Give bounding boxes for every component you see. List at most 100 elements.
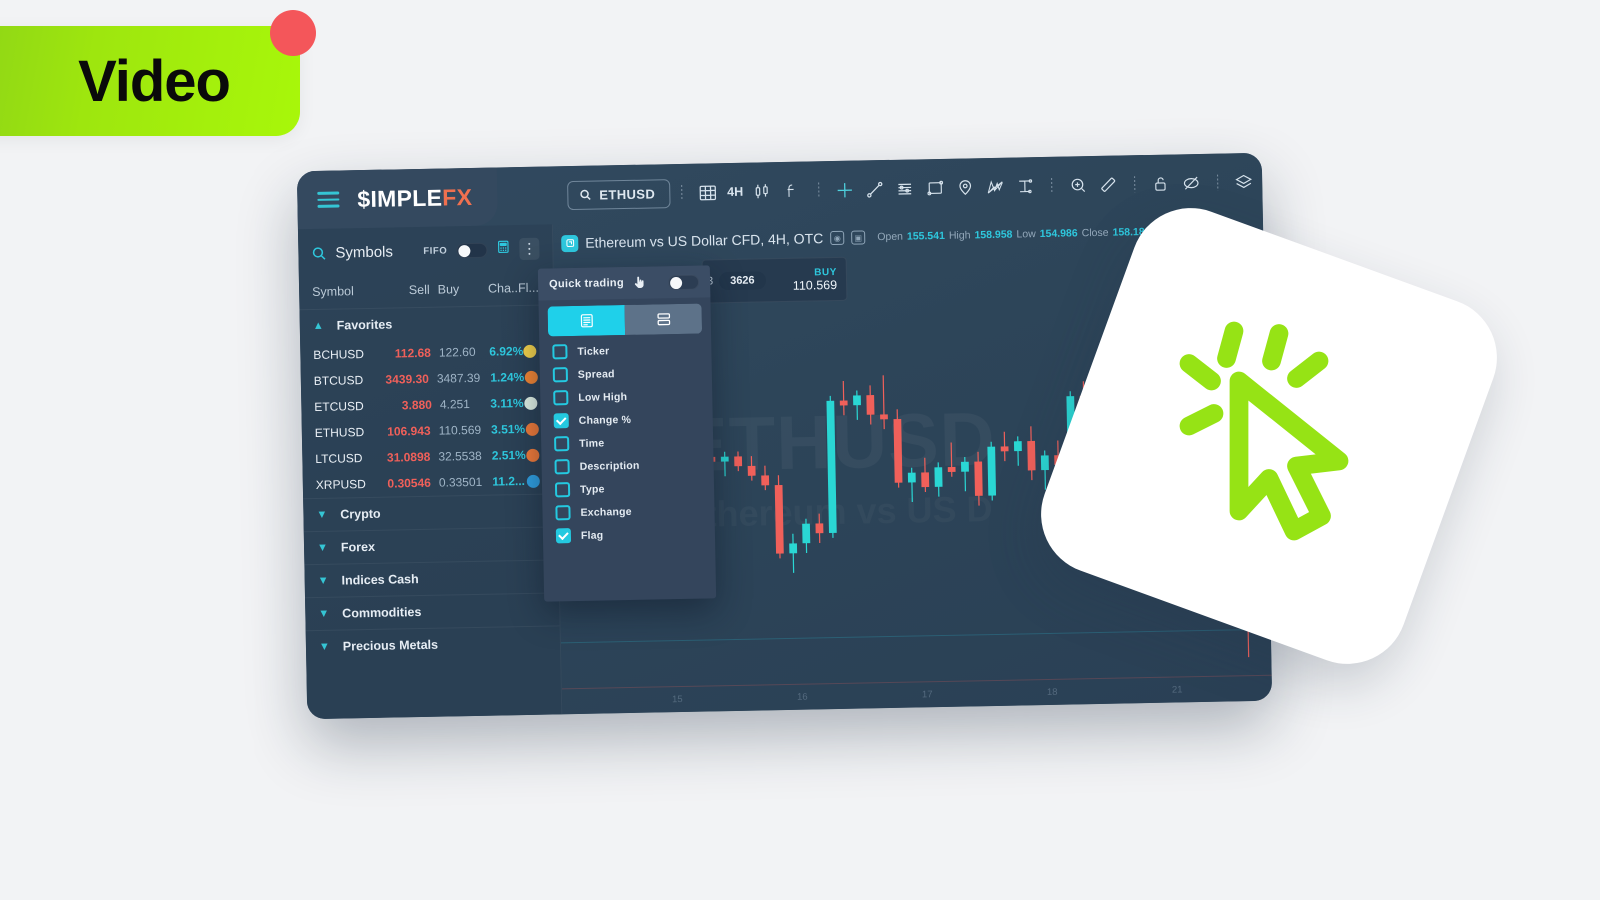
search-icon [580,189,591,200]
measure-ruler-icon[interactable] [1093,170,1124,199]
row-change: 3.51% [490,421,526,437]
fib-retracement-icon[interactable] [890,174,921,203]
ohlc-value: 154.986 [1039,227,1078,241]
fifo-label: FIFO [423,244,448,257]
grid-layout-icon[interactable] [693,178,724,207]
long-position-icon[interactable] [1010,172,1041,201]
unlock-icon[interactable] [1146,169,1177,198]
hide-eye-icon[interactable] [1176,169,1207,198]
row-symbol: ETHUSD [314,425,365,441]
row-symbol: XRPUSD [315,477,366,493]
row-sell: 3.880 [401,397,433,413]
symbol-search-button[interactable]: ETHUSD [567,178,671,210]
brand-logo[interactable]: $IMPLEFX [357,183,472,212]
x-axis-tick: 18 [1046,686,1058,699]
sidebar-group-commodities[interactable]: ▼ Commodities [305,592,560,631]
toolbar-divider [681,184,683,201]
calculator-icon[interactable] [496,239,510,259]
elliott-wave-icon[interactable] [980,173,1011,202]
chart-expand-icon[interactable]: ▣ [851,230,866,245]
option-description[interactable]: Description [541,452,713,478]
sidebar-group-precious-metals[interactable]: ▼ Precious Metals [305,625,561,664]
symbols-sidebar: Symbols FIFO Symbol Sell Buy Cha... Fl..… [297,224,563,720]
candlestick-icon[interactable] [747,177,778,206]
row-symbol: ETCUSD [314,399,364,415]
sidebar-group-label: Favorites [336,317,393,333]
chart-settings-icon[interactable]: ◉ [830,230,845,246]
ohlc-label: Open [877,230,904,244]
timeframe-button[interactable]: 4H [723,185,747,199]
column-header-change: Cha... [487,281,522,296]
option-flag[interactable]: Flag [543,521,715,547]
option-ticker[interactable]: Ticker [539,337,711,363]
rectangle-icon[interactable] [920,174,951,203]
list-view-icon[interactable] [547,305,626,337]
split-view-icon[interactable] [624,303,703,336]
checkbox[interactable] [552,367,569,383]
pin-marker-icon[interactable] [950,173,981,202]
option-type[interactable]: Type [542,475,714,501]
option-label: Change % [578,413,632,427]
quick-trading-toggle[interactable] [667,274,700,290]
checkbox[interactable] [555,528,572,544]
checkbox[interactable] [554,459,570,475]
chevron-down-icon: ▼ [316,508,328,521]
row-buy: 3487.39 [436,370,481,386]
option-spread[interactable]: Spread [540,360,712,386]
chevron-down-icon: ▼ [316,541,329,554]
trend-line-icon[interactable] [860,175,891,204]
sidebar-group-indices-cash[interactable]: ▼ Indices Cash [304,559,559,598]
zoom-in-icon[interactable] [1063,171,1094,200]
toolbar-divider [1050,177,1053,194]
row-symbol: BCHUSD [313,347,365,363]
sidebar-group-forex[interactable]: ▼ Forex [303,526,559,565]
row-buy: 32.5538 [438,448,482,464]
click-cursor-icon [1179,321,1349,541]
option-label: Spread [577,367,615,381]
symbols-list: ▲ Favorites BCHUSD 112.68 122.60 6.92% BTCUSD 3… [299,304,561,664]
row-buy: 4.251 [439,397,471,412]
sidebar-group-crypto[interactable]: ▼ Crypto [303,493,558,532]
hamburger-icon[interactable] [317,191,340,208]
checkbox[interactable] [553,390,569,406]
symbol-search-value: ETHUSD [599,185,656,203]
layers-icon[interactable] [1229,168,1260,197]
row-buy: 0.33501 [438,474,483,490]
more-vertical-icon[interactable] [519,237,540,261]
option-time[interactable]: Time [541,429,713,455]
crosshair-icon[interactable] [830,176,861,205]
chevron-down-icon: ▼ [318,607,330,620]
x-axis-tick: 16 [796,691,808,703]
row-symbol: BTCUSD [313,373,364,389]
sidebar-group-label: Forex [340,539,376,555]
hand-pointer-icon [632,275,646,291]
option-label: Description [579,459,640,473]
chevron-down-icon: ▼ [318,640,330,653]
checkbox[interactable] [552,344,568,360]
sidebar-group-favorites[interactable]: ▲ Favorites [299,304,555,343]
symbols-column-headers: Symbol Sell Buy Cha... Fl... [299,272,554,309]
search-icon[interactable] [311,245,326,260]
checkbox[interactable] [553,413,569,429]
row-sell: 0.30546 [387,475,431,491]
fifo-toggle[interactable] [456,242,488,258]
quick-trading-options: Ticker Spread Low High Change % Time Descript… [539,337,715,547]
column-header-buy: Buy [437,282,460,297]
row-sell: 31.0898 [386,449,431,465]
x-axis-tick: 17 [921,689,933,701]
indicators-fx-icon[interactable] [777,177,808,206]
toolbar-divider [1133,176,1136,193]
ohlc-value: 155.541 [906,229,946,243]
checkbox[interactable] [554,482,571,498]
sidebar-group-label: Crypto [340,506,381,522]
option-label: Type [579,482,605,496]
checkbox[interactable] [554,436,570,452]
option-low-high[interactable]: Low High [540,383,712,409]
option-exchange[interactable]: Exchange [542,498,714,524]
checkbox[interactable] [555,505,571,521]
sidebar-group-label: Precious Metals [342,637,439,654]
row-change: 2.51% [491,447,526,463]
row-sell: 112.68 [394,345,432,361]
option-change[interactable]: Change % [541,406,713,432]
ohlc-label: Close [1081,226,1109,240]
